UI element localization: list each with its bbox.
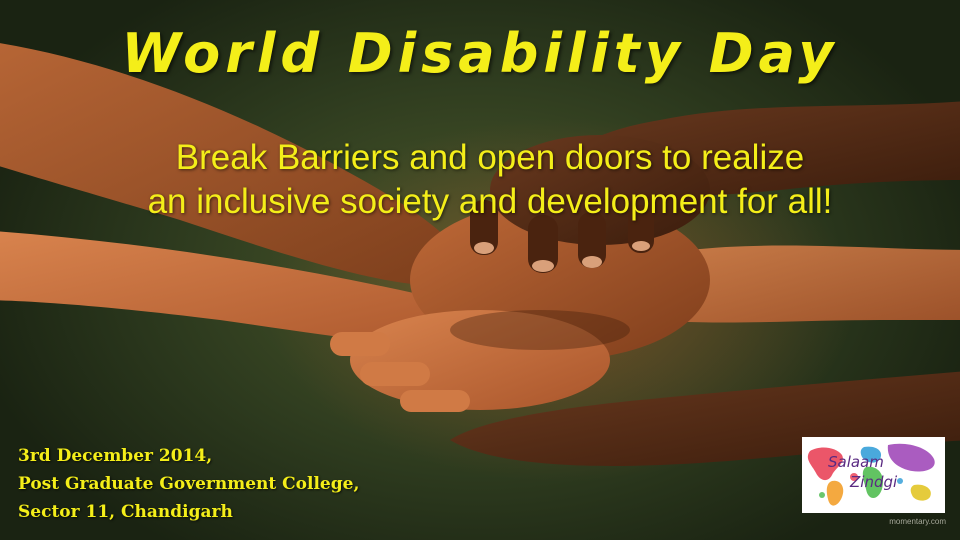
event-venue: Post Graduate Government College, <box>18 474 360 494</box>
watermark: momentary.com <box>889 517 946 526</box>
logo-text-salaam: Salaam <box>828 453 884 471</box>
page-title: World Disability Day <box>121 22 839 85</box>
tagline-line-1: Break Barriers and open doors to realize <box>175 138 805 177</box>
event-date: 3rd December 2014, <box>18 446 213 466</box>
event-details: 3rd December 2014, Post Graduate Governm… <box>18 442 359 526</box>
tagline-line-2: an inclusive society and development for… <box>147 182 833 221</box>
slide: World Disability Day Break Barriers and … <box>0 0 960 540</box>
tagline: Break Barriers and open doors to realize… <box>60 136 920 224</box>
event-location: Sector 11, Chandigarh <box>18 502 233 522</box>
salaam-zindgi-logo: Salaam Zindgi <box>802 437 945 513</box>
logo-text-zindgi: Zindgi <box>850 473 898 491</box>
